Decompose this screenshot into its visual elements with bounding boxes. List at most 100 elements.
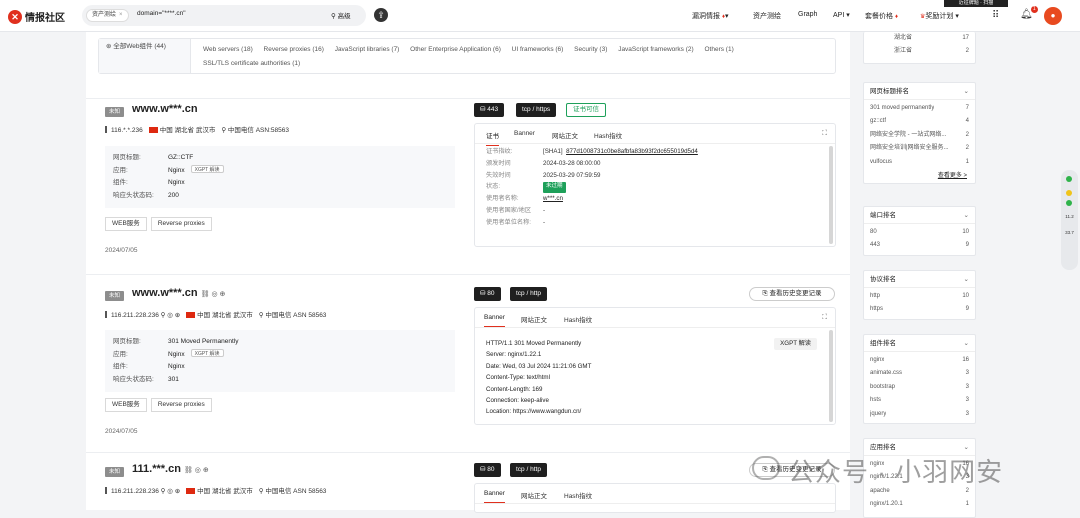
host-title[interactable]: www.w***.cn ⛓ ◎ ⊕ bbox=[132, 287, 225, 299]
list-item[interactable]: 80 10 bbox=[864, 226, 975, 239]
component-item[interactable]: UI frameworks (6) bbox=[512, 43, 564, 57]
info-table: 网页标题: 301 Moved Permanently 应用: Nginx XGPT … bbox=[105, 330, 455, 392]
tag-button[interactable]: WEB服务 bbox=[105, 217, 147, 231]
nav-api[interactable]: API ▾ bbox=[833, 11, 850, 19]
status-dot-icon bbox=[1066, 190, 1072, 196]
section-header[interactable]: 协议排名 ⌄ bbox=[864, 271, 975, 288]
result-card: 未知 www.w***.cn 116.*.*.236 中国 湖北省 武汉市 ⚲ 中国… bbox=[86, 98, 850, 272]
host-title[interactable]: 111.***.cn ⛓ ◎ ⊕ bbox=[132, 463, 209, 475]
list-item[interactable]: 301 moved permanently 7 bbox=[864, 102, 975, 115]
xgpt-button[interactable]: XGPT 解读 bbox=[774, 338, 817, 350]
link-icon: ⛓ ◎ ⊕ bbox=[183, 467, 209, 474]
protocol-badge[interactable]: tcp / https bbox=[516, 103, 557, 117]
nav-rewards[interactable]: ♛奖励计划 ▾ bbox=[920, 11, 959, 21]
advanced-search-button[interactable]: ⚲ 高级 bbox=[331, 10, 351, 20]
expand-icon[interactable]: ⛶ bbox=[822, 314, 827, 322]
component-item[interactable]: Reverse proxies (16) bbox=[264, 43, 324, 57]
protocol-rank-box: 协议排名 ⌄ http 10 https 9 bbox=[863, 270, 976, 320]
component-item[interactable]: Security (3) bbox=[574, 43, 607, 57]
port-rank-box: 端口排名 ⌄ 80 10 443 9 bbox=[863, 206, 976, 256]
search-icon: ⚲ ◎ ⊕ bbox=[160, 312, 181, 319]
list-item[interactable]: bootstrap 3 bbox=[864, 381, 975, 394]
cert-fingerprint-link[interactable]: 877d1008731c0be8afbfa83b93f2dc655019d5d4 bbox=[566, 146, 698, 158]
list-item[interactable]: 443 9 bbox=[864, 239, 975, 252]
list-item[interactable]: http 10 bbox=[864, 290, 975, 303]
apps-grid-icon[interactable]: ⠿ bbox=[992, 10, 999, 21]
tag-button[interactable]: Reverse proxies bbox=[150, 217, 212, 231]
tab-hash[interactable]: Hash指纹 bbox=[564, 314, 592, 324]
china-flag-icon bbox=[148, 127, 158, 133]
history-button[interactable]: ⎘ 查看历史变更记录 bbox=[749, 287, 835, 301]
nav-pricing[interactable]: 套餐价格 ♦ bbox=[865, 11, 898, 21]
list-item[interactable]: 网络安全培训|网络安全服务... 2 bbox=[864, 142, 975, 155]
upload-icon[interactable]: ⇪ bbox=[374, 8, 388, 22]
xgpt-button[interactable]: XGPT 解读 bbox=[190, 348, 224, 357]
top-bar: ✕ 情报社区 资产测绘 × domain="****.cn" ⚲ 高级 ⇪ 漏洞情… bbox=[0, 0, 1080, 32]
tag-button[interactable]: Reverse proxies bbox=[150, 398, 212, 412]
logo[interactable]: ✕ 情报社区 bbox=[8, 9, 65, 24]
date-label: 2024/07/05 bbox=[105, 428, 138, 435]
tab-banner[interactable]: Banner bbox=[484, 314, 505, 327]
see-more-link[interactable]: 查看更多 > bbox=[864, 169, 975, 183]
xgpt-button[interactable]: XGPT 解读 bbox=[190, 164, 224, 173]
list-item[interactable]: hsts 3 bbox=[864, 394, 975, 407]
region-rank-box: 湖北省 17 浙江省 2 bbox=[863, 32, 976, 64]
component-item[interactable]: SSL/TLS certificate authorities (1) bbox=[203, 57, 300, 71]
stats-sidebar: 湖北省 17 浙江省 2 网页标题排名 ⌄ 301 moved permanently… bbox=[855, 32, 980, 518]
bell-icon[interactable]: 🔔︎ 1 bbox=[1020, 6, 1038, 20]
port-badge[interactable]: ⛁ 80 bbox=[474, 287, 501, 301]
component-item[interactable]: Web servers (18) bbox=[203, 43, 253, 57]
section-header[interactable]: 端口排名 ⌄ bbox=[864, 207, 975, 224]
tab-banner[interactable]: Banner bbox=[484, 490, 505, 503]
list-item[interactable]: nginx 16 bbox=[864, 354, 975, 367]
close-icon[interactable]: × bbox=[119, 12, 123, 18]
scrollbar[interactable] bbox=[829, 146, 833, 244]
search-tab-chip[interactable]: 资产测绘 × bbox=[86, 9, 129, 22]
floating-monitor-widget[interactable]: 11.2 33.7 bbox=[1061, 170, 1078, 270]
component-item[interactable]: JavaScript frameworks (2) bbox=[618, 43, 694, 57]
nav-graph[interactable]: Graph bbox=[798, 11, 817, 18]
port-badge[interactable]: ⛁ 80 bbox=[474, 463, 501, 477]
results-panel: ⊛ 全部Web组件 (44) Web servers (18) Reverse … bbox=[86, 32, 850, 513]
search-box[interactable]: 资产测绘 × domain="****.cn" ⚲ 高级 bbox=[82, 5, 366, 26]
watermark: 公众号 · 小羽网安 bbox=[788, 457, 1004, 487]
nav-vuln-intel[interactable]: 漏洞情报 ♦▾ bbox=[692, 11, 729, 21]
list-item[interactable]: gz::ctf 4 bbox=[864, 115, 975, 128]
scrollbar[interactable] bbox=[829, 330, 833, 422]
list-item[interactable]: animate.css 3 bbox=[864, 367, 975, 380]
avatar[interactable]: ● bbox=[1044, 7, 1062, 25]
tab-hash[interactable]: Hash指纹 bbox=[594, 130, 622, 140]
protocol-badge[interactable]: tcp / http bbox=[510, 287, 547, 301]
tab-hash[interactable]: Hash指纹 bbox=[564, 490, 592, 500]
host-title[interactable]: www.w***.cn bbox=[132, 103, 198, 115]
china-flag-icon bbox=[186, 488, 196, 494]
status-dot-icon bbox=[1066, 200, 1072, 206]
component-item[interactable]: Other Enterprise Application (6) bbox=[410, 43, 501, 57]
search-input[interactable]: domain="****.cn" bbox=[137, 10, 186, 17]
expand-icon[interactable]: ⛶ bbox=[822, 130, 827, 138]
tag-button[interactable]: WEB服务 bbox=[105, 398, 147, 412]
port-badge[interactable]: ⛁ 443 bbox=[474, 103, 505, 117]
all-components-button[interactable]: ⊛ 全部Web组件 (44) bbox=[99, 39, 191, 73]
component-item[interactable]: JavaScript libraries (7) bbox=[335, 43, 400, 57]
hat-label: 近征牌题 · 扫描 bbox=[944, 0, 1008, 7]
list-item[interactable]: 网络安全学院 - 一站式网络... 2 bbox=[864, 129, 975, 142]
search-icon: ⚲ ◎ ⊕ bbox=[160, 488, 181, 495]
list-item[interactable]: vulfocus 1 bbox=[864, 156, 975, 169]
tab-body[interactable]: 网站正文 bbox=[552, 130, 578, 140]
tab-banner[interactable]: Banner bbox=[514, 130, 535, 137]
protocol-badge[interactable]: tcp / http bbox=[510, 463, 547, 477]
component-item[interactable]: Others (1) bbox=[705, 43, 734, 57]
section-header[interactable]: 组件排名 ⌄ bbox=[864, 335, 975, 352]
notification-count: 1 bbox=[1030, 6, 1038, 13]
tab-cert[interactable]: 证书 bbox=[486, 130, 499, 146]
date-label: 2024/07/05 bbox=[105, 247, 138, 254]
section-header[interactable]: 网页标题排名 ⌄ bbox=[864, 83, 975, 100]
subject-link[interactable]: w***.cn bbox=[543, 193, 563, 205]
nav-asset-mapping[interactable]: 资产测绘 bbox=[753, 11, 781, 21]
list-item[interactable]: jquery 3 bbox=[864, 408, 975, 421]
list-item[interactable]: https 9 bbox=[864, 303, 975, 316]
tab-body[interactable]: 网站正文 bbox=[521, 490, 547, 500]
tab-body[interactable]: 网站正文 bbox=[521, 314, 547, 324]
status-badge: 未知 bbox=[105, 107, 125, 117]
